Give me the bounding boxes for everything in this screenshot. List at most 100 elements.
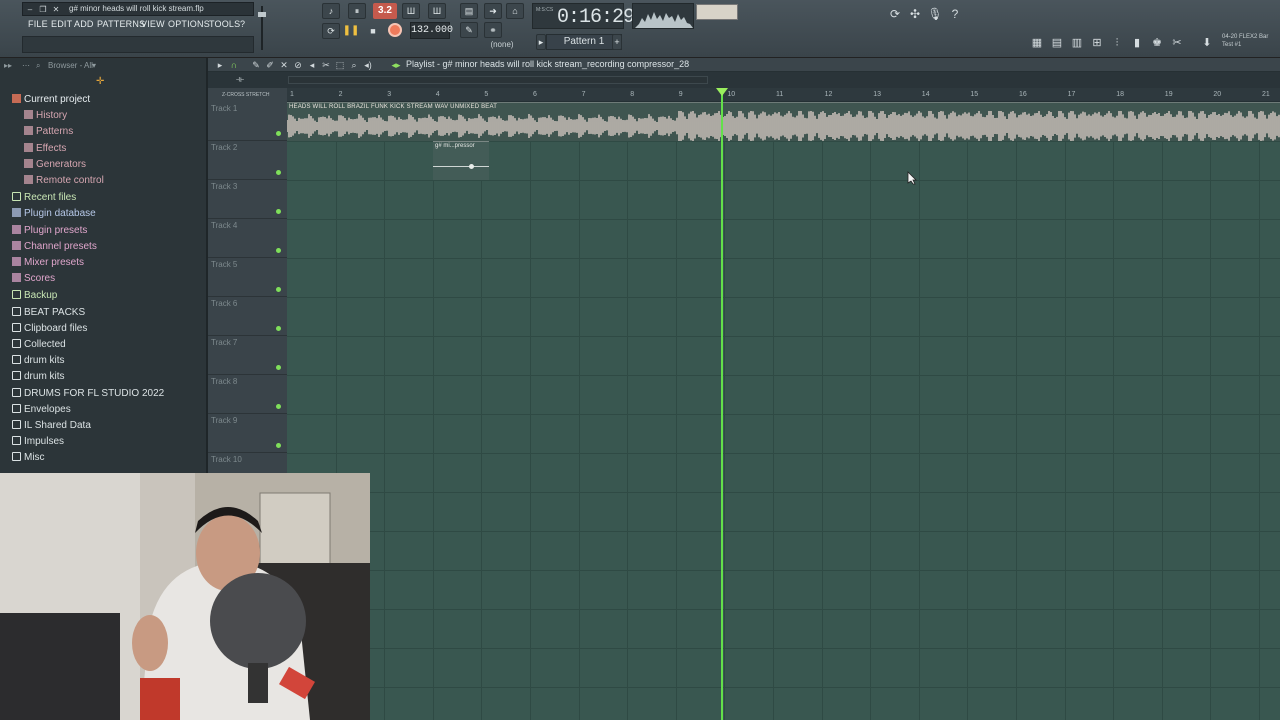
browser-item[interactable]: DRUMS FOR FL STUDIO 2022 xyxy=(12,386,164,402)
plugin-picker-icon[interactable]: ♚ xyxy=(1148,35,1166,51)
snap-tool-icon[interactable]: ✛ xyxy=(96,76,104,87)
track-header[interactable]: Track 5 xyxy=(208,258,287,297)
slip-icon[interactable]: ◂ xyxy=(306,59,318,71)
track-header[interactable]: Track 7 xyxy=(208,336,287,375)
track-mute-led[interactable] xyxy=(276,209,281,214)
automation-clip[interactable]: g# mi...pressor xyxy=(433,141,489,180)
browser-item[interactable]: Impulses xyxy=(12,434,64,450)
delete-icon[interactable]: ✕ xyxy=(278,59,290,71)
browser-item[interactable]: History xyxy=(24,108,67,124)
browser-item[interactable]: Plugin database xyxy=(12,206,96,222)
menu-patterns[interactable]: PATTERNS xyxy=(97,19,145,29)
browser-item[interactable]: Mixer presets xyxy=(12,255,84,271)
minimize-icon[interactable]: – xyxy=(25,5,35,15)
pencil-icon[interactable]: ✎ xyxy=(250,59,262,71)
pat-song-toggle[interactable]: 3.2 xyxy=(373,3,397,19)
menu-options[interactable]: OPTIONS xyxy=(168,19,210,29)
track-header[interactable]: Track 8 xyxy=(208,375,287,414)
slice-icon[interactable]: ✂ xyxy=(320,59,332,71)
zoom-icon[interactable]: ⌕ xyxy=(348,59,360,71)
pattern-add-icon[interactable]: + xyxy=(612,34,622,50)
menu-edit[interactable]: EDIT xyxy=(51,19,72,29)
browser-item[interactable]: Effects xyxy=(24,141,66,157)
menu-add[interactable]: ADD xyxy=(74,19,94,29)
track-mute-led[interactable] xyxy=(276,170,281,175)
mic-icon[interactable]: 🎙 xyxy=(926,5,944,23)
browser-icon[interactable]: ▮ xyxy=(1128,35,1146,51)
track-header[interactable]: Track 4 xyxy=(208,219,287,258)
track-header[interactable]: Track 1 xyxy=(208,102,287,141)
forward-icon[interactable]: ➜ xyxy=(484,3,502,19)
menu-file[interactable]: FILE xyxy=(28,19,48,29)
close-icon[interactable]: ✕ xyxy=(51,5,61,15)
cpu-refresh-icon[interactable]: ⟳ xyxy=(886,5,904,23)
faders-icon[interactable]: ⫶ xyxy=(1108,35,1126,51)
playlist-icon[interactable]: ▦ xyxy=(1028,35,1046,51)
stop-button[interactable]: ■ xyxy=(364,23,382,39)
track-mute-led[interactable] xyxy=(276,287,281,292)
playlist-arrows-icon[interactable]: ◂▸ xyxy=(390,59,402,71)
browser-item[interactable]: IL Shared Data xyxy=(12,418,91,434)
track-header[interactable]: Track 6 xyxy=(208,297,287,336)
track-header[interactable]: Track 9 xyxy=(208,414,287,453)
browser-options-icon[interactable]: ⋯ xyxy=(22,61,30,70)
select-icon[interactable]: ⬚ xyxy=(334,59,346,71)
track-mute-led[interactable] xyxy=(276,131,281,136)
news-panel[interactable]: 04-20 FLEX2 Bar Test #1 xyxy=(1222,33,1280,53)
browser-item[interactable]: Channel presets xyxy=(12,239,97,255)
playhead-marker-icon[interactable] xyxy=(716,88,728,96)
browser-item[interactable]: Plugin presets xyxy=(12,223,87,239)
link-icon[interactable]: ⚭ xyxy=(484,22,502,38)
snap-selector[interactable]: (none) xyxy=(480,40,524,52)
search-icon[interactable]: ⌕ xyxy=(36,61,40,71)
browser-arrows-icon[interactable]: ▸▸ xyxy=(4,61,12,70)
audio-clip[interactable]: HEADS WILL ROLL BRAZIL FUNK KICK STREAM … xyxy=(287,102,1280,141)
wait-icon[interactable]: ⏸ xyxy=(348,3,366,19)
play-button[interactable]: ❚❚ xyxy=(342,23,360,39)
browser-item[interactable]: Generators xyxy=(24,157,86,173)
timeline-ruler[interactable]: 1 2 3 4 5 6 7 8 9 10 11 12 13 14 15 16 17 18 19 20 21 xyxy=(287,88,1280,102)
browser-item[interactable]: drum kits xyxy=(12,369,65,385)
multilink-icon[interactable]: ✣ xyxy=(906,5,924,23)
restore-icon[interactable]: ❐ xyxy=(38,5,48,15)
typing-keyboard-icon[interactable]: ▤ xyxy=(460,3,478,19)
browser-item[interactable]: Backup xyxy=(12,288,57,304)
loop-record-icon[interactable]: ⟳ xyxy=(322,23,340,39)
magnet-icon[interactable]: ∩ xyxy=(228,59,240,71)
brush-icon[interactable]: ✎ xyxy=(460,22,478,38)
browser-item[interactable]: BEAT PACKS xyxy=(12,305,85,321)
channel-rack-icon[interactable]: ▤ xyxy=(1048,35,1066,51)
browser-item[interactable]: Collected xyxy=(12,337,66,353)
playlist-menu-icon[interactable]: ▸ xyxy=(214,59,226,71)
track-header[interactable]: Track 3 xyxy=(208,180,287,219)
browser-item[interactable]: drum kits xyxy=(12,353,65,369)
browser-item[interactable]: Misc xyxy=(12,450,45,466)
menu-view[interactable]: VIEW xyxy=(141,19,165,29)
master-volume-slider[interactable] xyxy=(258,6,266,50)
tempo-display[interactable]: 132.000 xyxy=(410,22,453,39)
pattern-selector[interactable]: Pattern 1 xyxy=(546,34,622,50)
menu-help[interactable]: ? xyxy=(240,19,245,29)
track-mute-led[interactable] xyxy=(276,326,281,331)
piano-roll-icon[interactable]: ▥ xyxy=(1068,35,1086,51)
track-mute-led[interactable] xyxy=(276,443,281,448)
playhead[interactable] xyxy=(721,88,723,720)
browser-item[interactable]: Patterns xyxy=(24,124,73,140)
zoom-handle-icon[interactable]: ⟛ xyxy=(236,74,244,85)
snap-icon[interactable]: ⌂ xyxy=(506,3,524,19)
browser-item[interactable]: Envelopes xyxy=(12,402,71,418)
playlist-grid[interactable] xyxy=(287,102,1280,720)
download-icon[interactable]: ⬇ xyxy=(1198,35,1216,51)
record-button[interactable] xyxy=(388,23,402,37)
browser-item[interactable]: Recent files xyxy=(12,190,76,206)
pattern-prev-icon[interactable]: ▸ xyxy=(536,34,546,50)
countdown-icon[interactable]: Ш xyxy=(428,3,446,19)
horizontal-scrollbar[interactable] xyxy=(288,76,708,84)
browser-item[interactable]: Remote control xyxy=(24,173,104,189)
step-edit-icon[interactable]: Ш xyxy=(402,3,420,19)
browser-item[interactable]: Clipboard files xyxy=(12,321,87,337)
automation-point[interactable] xyxy=(469,164,474,169)
track-header[interactable]: Track 2 xyxy=(208,141,287,180)
help-icon[interactable]: ? xyxy=(946,5,964,23)
track-mute-led[interactable] xyxy=(276,365,281,370)
